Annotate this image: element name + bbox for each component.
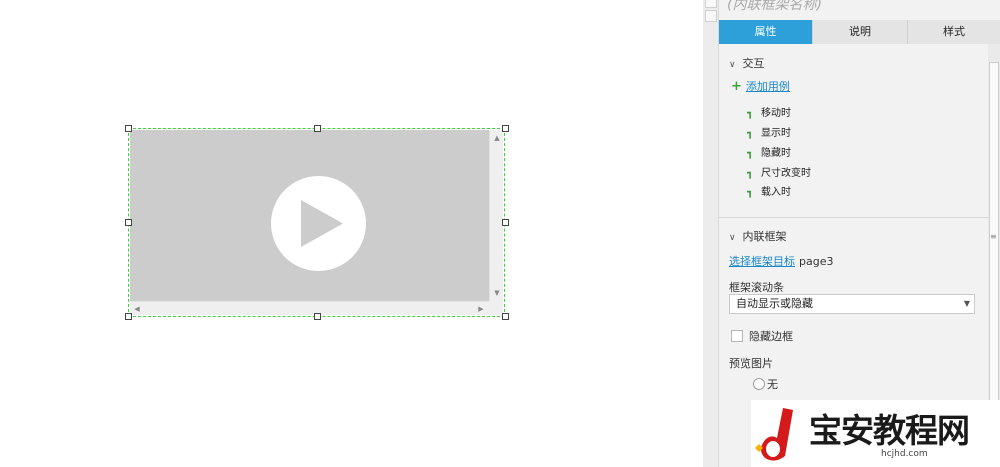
checkbox-icon[interactable]	[731, 330, 743, 342]
event-item-resize[interactable]: ┓ 尺寸改变时	[747, 167, 811, 181]
preview-none-radio[interactable]: 无	[753, 376, 778, 392]
frame-target-row: 选择框架目标 page3	[729, 253, 833, 269]
section-divider	[719, 217, 988, 218]
event-icon: ┓	[747, 168, 754, 179]
event-label: 隐藏时	[761, 148, 791, 159]
inline-frame-placeholder	[130, 130, 489, 301]
watermark-text: 宝安教程网	[809, 411, 970, 450]
hide-border-checkbox[interactable]: 隐藏边框	[731, 328, 793, 344]
preview-image-label: 预览图片	[729, 357, 773, 370]
event-item-move[interactable]: ┓ 移动时	[747, 107, 791, 121]
resize-handle-bottom-right[interactable]	[502, 313, 509, 320]
plus-icon: +	[731, 79, 742, 94]
content-scroll-thumb[interactable]	[989, 62, 999, 422]
radio-icon[interactable]	[753, 378, 765, 390]
panel-scroll-up-button[interactable]	[705, 0, 717, 8]
event-item-hide[interactable]: ┓ 隐藏时	[747, 147, 791, 161]
inspector-panel: (内联框架名称) 属性 说明 样式 ∨ 交互 + 添加用例 ┓ 移动时 ┓ 显示时 ┓…	[703, 0, 1000, 467]
frame-scrollbar-select[interactable]: 自动显示或隐藏 ▼	[729, 294, 975, 314]
inspector-tabs: 属性 说明 样式	[719, 20, 1000, 44]
tab-style[interactable]: 样式	[908, 20, 1000, 44]
watermark-url: hcjhd.com	[881, 449, 928, 459]
event-icon: ┓	[747, 187, 754, 198]
chevron-down-icon: ▼	[963, 299, 970, 308]
panel-scrollbar[interactable]	[703, 0, 719, 467]
watermark-logo-icon	[755, 408, 793, 461]
panel-scroll-thumb[interactable]	[705, 10, 717, 22]
event-label: 载入时	[761, 187, 791, 198]
resize-handle-top-left[interactable]	[125, 125, 132, 132]
event-label: 尺寸改变时	[761, 168, 811, 179]
widget-name-field[interactable]: (内联框架名称)	[727, 0, 822, 14]
event-icon: ┓	[747, 128, 754, 139]
scroll-right-icon[interactable]: ▶	[477, 305, 485, 313]
inline-frame-widget[interactable]: ▲ ▼ ◀ ▶	[128, 128, 505, 317]
resize-handle-bottom-left[interactable]	[125, 313, 132, 320]
tab-notes[interactable]: 说明	[813, 20, 908, 44]
event-icon: ┓	[747, 148, 754, 159]
select-frame-target-link[interactable]: 选择框架目标	[729, 255, 795, 268]
resize-handle-right[interactable]	[502, 219, 509, 226]
preview-none-label: 无	[767, 378, 778, 391]
watermark: 宝安教程网 hcjhd.com	[751, 400, 1000, 467]
interaction-section-header[interactable]: ∨ 交互	[729, 55, 765, 71]
add-case-link[interactable]: 添加用例	[746, 80, 790, 93]
event-item-show[interactable]: ┓ 显示时	[747, 127, 791, 141]
interaction-header-label: 交互	[742, 57, 765, 70]
frame-scrollbar-value: 自动显示或隐藏	[736, 297, 813, 310]
event-item-load[interactable]: ┓ 载入时	[747, 186, 791, 200]
inline-frame-section-header[interactable]: ∨ 内联框架	[729, 228, 787, 244]
resize-handle-bottom[interactable]	[314, 313, 321, 320]
scroll-left-icon[interactable]: ◀	[133, 305, 141, 313]
play-icon	[271, 176, 366, 271]
resize-handle-left[interactable]	[125, 219, 132, 226]
vertical-scrollbar[interactable]: ▲ ▼	[489, 130, 503, 301]
horizontal-scrollbar[interactable]: ◀ ▶	[130, 301, 489, 315]
scroll-up-icon[interactable]: ▲	[493, 134, 501, 142]
hide-border-label: 隐藏边框	[749, 330, 793, 343]
chevron-down-icon: ∨	[729, 60, 736, 70]
event-icon: ┓	[747, 108, 754, 119]
frame-scrollbar-label: 框架滚动条	[729, 281, 784, 294]
grip-icon: ≡	[990, 232, 997, 241]
event-label: 显示时	[761, 128, 791, 139]
event-label: 移动时	[761, 108, 791, 119]
inline-frame-header-label: 内联框架	[742, 230, 787, 243]
add-case-button[interactable]: + 添加用例	[731, 78, 790, 94]
chevron-down-icon: ∨	[729, 233, 736, 243]
frame-target-value: page3	[799, 255, 834, 268]
tab-properties[interactable]: 属性	[719, 20, 813, 44]
design-canvas[interactable]: ▲ ▼ ◀ ▶	[0, 0, 703, 467]
resize-handle-top[interactable]	[314, 125, 321, 132]
resize-handle-top-right[interactable]	[502, 125, 509, 132]
scrollbar-corner	[489, 301, 503, 315]
scroll-down-icon[interactable]: ▼	[493, 289, 501, 297]
